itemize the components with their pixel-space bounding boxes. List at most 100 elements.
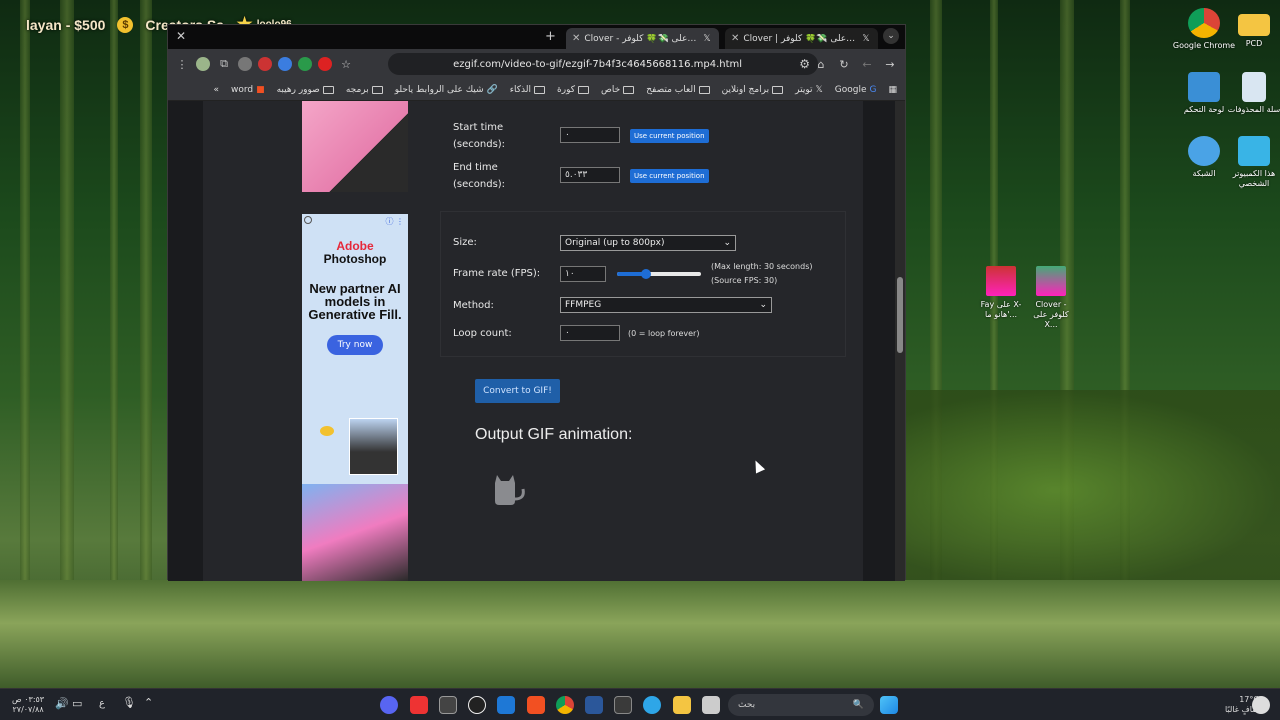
menu-icon[interactable]: ⋮ [174, 56, 190, 72]
computer-icon [1238, 136, 1270, 166]
close-tab-icon[interactable]: ✕ [572, 33, 580, 44]
bookmark-folder[interactable]: برامج اونلاين [722, 85, 784, 95]
tab-search-icon[interactable]: ⌄ [883, 28, 899, 44]
bookmarks-bar: ▦ G Google 𝕏 تويتر برامج اونلاين العاب متص… [168, 79, 905, 101]
bookmark-folder[interactable]: كورة [557, 85, 590, 95]
start-time-label: Start time (seconds): [453, 122, 506, 150]
loop-count-label: Loop count: [453, 328, 512, 339]
desktop-icon-computer[interactable]: هذا الكمبيوتر الشخصي [1222, 136, 1280, 189]
desktop-shortcut-thumb[interactable] [986, 266, 1016, 296]
ad-choices-icon[interactable] [304, 216, 312, 224]
bookmark-google[interactable]: G Google [835, 85, 877, 95]
ad-try-now-button[interactable]: Try now [327, 335, 383, 355]
recycle-bin-icon [1242, 72, 1266, 102]
reload-icon[interactable]: ↻ [836, 56, 852, 72]
app-icon[interactable] [702, 696, 720, 714]
forward-icon[interactable]: ← [859, 56, 875, 72]
output-title: Output GIF animation: [475, 426, 633, 443]
extension-icon[interactable] [318, 57, 332, 71]
bookmark-link[interactable]: 🔗 شيك على الروابط ياحلو [395, 85, 498, 95]
loop-count-input[interactable]: ٠ [560, 325, 620, 341]
mail-icon[interactable] [497, 696, 515, 714]
edge-icon[interactable] [643, 696, 661, 714]
discord-icon[interactable] [380, 696, 398, 714]
search-icon: 🔍 [852, 700, 864, 710]
desktop-icon-recycle-bin[interactable]: سلة المحذوفات [1222, 72, 1280, 115]
bookmark-folder[interactable]: صوور رهيبه [277, 85, 334, 95]
bookmark-star-icon[interactable]: ☆ [338, 56, 354, 72]
url-text: ezgif.com/video-to-gif/ezgif-7b4f3c46456… [453, 58, 743, 70]
new-tab-button[interactable]: + [545, 29, 556, 44]
store-icon[interactable] [614, 696, 632, 714]
github-icon[interactable] [468, 696, 486, 714]
volume-icon[interactable]: 🔊 [55, 698, 69, 709]
scrollbar-thumb[interactable] [897, 277, 903, 353]
ad-photo [349, 418, 398, 475]
ezgif-page: ⓘ ⋮ Adobe Photoshop New partner AI model… [203, 101, 863, 581]
brave-icon[interactable] [527, 696, 545, 714]
network-status-icon[interactable]: ▭ [72, 698, 82, 709]
tab-active[interactable]: ✕ Clover - على 💸🍀 كلوفر X- '@ 𝕏 [566, 28, 719, 49]
extension-icon[interactable] [258, 57, 272, 71]
chevron-down-icon: ⌄ [759, 300, 767, 310]
bookmark-word[interactable]: ■ word [231, 85, 265, 95]
convert-to-gif-button[interactable]: Convert to GIF! [475, 379, 560, 403]
tab-title: Clover | على 💸🍀 كلوفر X: "الـ [743, 33, 856, 44]
extensions-icon[interactable]: ⧉ [216, 56, 232, 72]
ad-info-icon[interactable]: ⓘ ⋮ [385, 216, 404, 227]
close-window-icon[interactable]: ✕ [176, 29, 186, 43]
start-time-input[interactable]: ٠ [560, 127, 620, 143]
bookmark-folder[interactable]: برمجه [346, 85, 383, 95]
end-time-input[interactable]: ٥.٠٣٣ [560, 167, 620, 183]
file-explorer-icon[interactable] [673, 696, 691, 714]
clock[interactable]: ٠٣:٥٣ ص ٢٧/٠٧/٨٨ [12, 695, 44, 715]
desktop-icon-pcd[interactable]: PCD [1222, 8, 1280, 49]
tab-inactive[interactable]: ✕ Clover | على 💸🍀 كلوفر X: "الـ 𝕏 [725, 28, 878, 49]
site-settings-icon[interactable]: ⚙ [799, 57, 810, 71]
address-bar[interactable]: ezgif.com/video-to-gif/ezgif-7b4f3c46456… [388, 53, 818, 75]
back-icon[interactable]: → [882, 56, 898, 72]
x-icon: 𝕏 [703, 33, 711, 44]
ad-photo [302, 484, 408, 581]
method-select[interactable]: FFMPEG ⌄ [560, 297, 772, 313]
taskbar-search[interactable]: 🔍 بحث [728, 694, 874, 716]
extension-icon[interactable] [238, 57, 252, 71]
size-label: Size: [453, 237, 477, 248]
browser-window: ✕ + ✕ Clover - على 💸🍀 كلوفر X- '@ 𝕏 ✕ Cl… [167, 24, 906, 581]
weather-icon[interactable] [1252, 696, 1270, 714]
chrome-icon[interactable] [556, 696, 574, 714]
method-label: Method: [453, 300, 494, 311]
desktop-shortcut-thumb[interactable] [1036, 266, 1066, 296]
word-icon[interactable] [585, 696, 603, 714]
profile-avatar[interactable] [196, 57, 210, 71]
framerate-input[interactable]: ١٠ [560, 266, 606, 282]
size-select[interactable]: Original (up to 800px) ⌄ [560, 235, 736, 251]
bookmark-twitter[interactable]: 𝕏 تويتر [795, 85, 823, 95]
more-bookmarks-button[interactable]: » [213, 85, 219, 95]
ad-image-top[interactable] [302, 101, 408, 192]
use-current-position-start-button[interactable]: Use current position [630, 129, 709, 143]
chrome-icon [1188, 8, 1220, 38]
adobe-ad[interactable]: ⓘ ⋮ Adobe Photoshop New partner AI model… [302, 214, 408, 581]
app-icon[interactable] [410, 696, 428, 714]
apps-icon[interactable]: ▦ [888, 85, 897, 95]
chevron-up-icon[interactable]: ⌃ [144, 697, 153, 708]
app-icon[interactable] [439, 696, 457, 714]
bookmark-folder[interactable]: الذكاء [510, 85, 546, 95]
start-icon[interactable] [880, 696, 898, 714]
extension-icon[interactable] [298, 57, 312, 71]
coin-icon: $ [117, 16, 134, 33]
use-current-position-end-button[interactable]: Use current position [630, 169, 709, 183]
bookmark-folder[interactable]: العاب متصفح [646, 85, 710, 95]
overlay-item-1: layan - $500 [26, 16, 106, 33]
microphone-icon[interactable]: 🎙 [122, 697, 136, 708]
language-indicator[interactable]: ع [99, 699, 105, 709]
end-time-label: End time (seconds): [453, 162, 506, 190]
bookmark-folder[interactable]: خاص [601, 85, 635, 95]
extension-icon[interactable] [278, 57, 292, 71]
home-icon[interactable]: ⌂ [813, 56, 829, 72]
ad-brand: Adobe [336, 239, 374, 253]
close-tab-icon[interactable]: ✕ [731, 33, 739, 44]
framerate-hint-max: (Max length: 30 seconds) [711, 262, 813, 271]
control-panel-icon [1188, 72, 1220, 102]
